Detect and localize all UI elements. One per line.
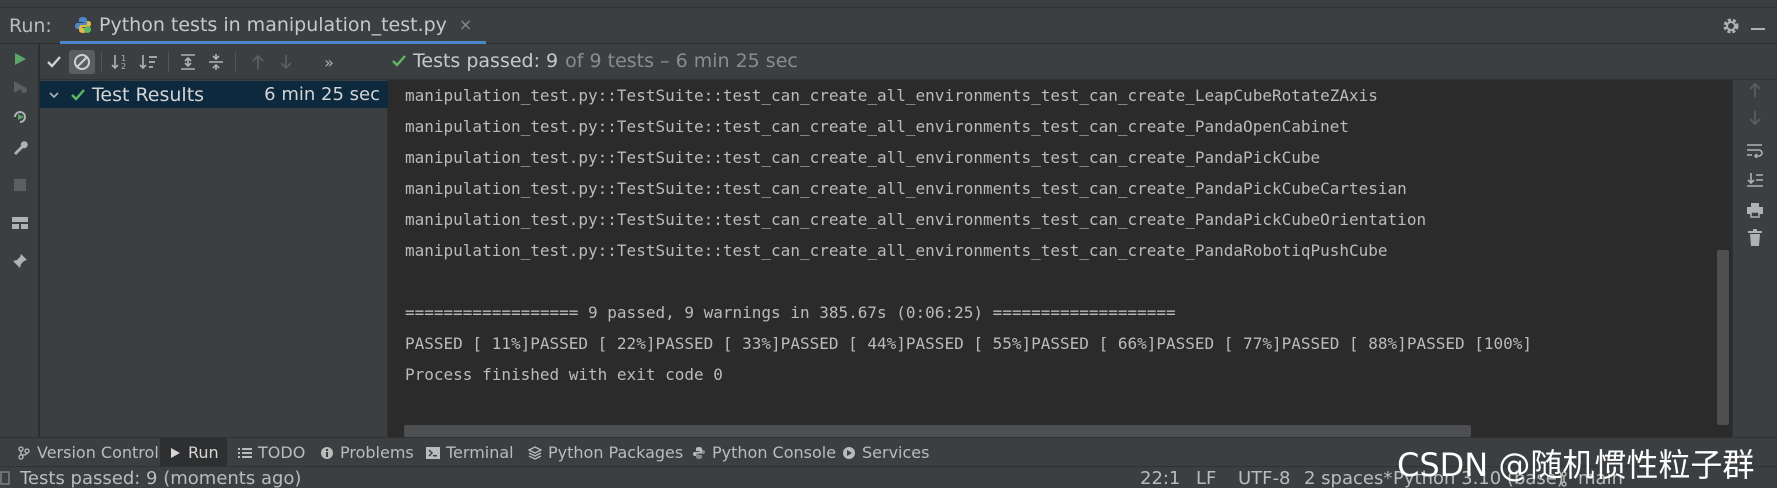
- tool-window-python-console[interactable]: Python Console: [684, 438, 844, 467]
- scroll-down-icon: [1745, 108, 1765, 128]
- console-lines: manipulation_test.py::TestSuite::test_ca…: [405, 80, 1532, 390]
- run-tool-header: Run: Python tests in manipulation_test.p…: [0, 8, 1777, 44]
- gear-icon[interactable]: [1721, 16, 1741, 36]
- console-line: ================== 9 passed, 9 warnings …: [405, 303, 1176, 322]
- console-right-toolbar: [1732, 80, 1777, 437]
- console-line: PASSED [ 11%]PASSED [ 22%]PASSED [ 33%]P…: [405, 334, 1533, 353]
- play-icon: [168, 446, 182, 460]
- layers-icon: [528, 445, 542, 460]
- console-output[interactable]: manipulation_test.py::TestSuite::test_ca…: [389, 80, 1732, 437]
- toolbar-separator: [101, 52, 102, 72]
- tool-window-todo[interactable]: TODO: [230, 438, 313, 467]
- line-separator[interactable]: LF: [1196, 467, 1216, 488]
- sort-by-duration-icon[interactable]: [136, 50, 162, 74]
- python-icon: [692, 446, 706, 460]
- event-log-icon[interactable]: [0, 471, 10, 485]
- tool-window-run[interactable]: Run: [160, 438, 227, 467]
- scroll-up-icon: [1745, 80, 1765, 100]
- console-line: manipulation_test.py::TestSuite::test_ca…: [405, 210, 1427, 229]
- toolbar-separator: [235, 52, 236, 72]
- run-tab[interactable]: Python tests in manipulation_test.py ×: [60, 8, 487, 44]
- tool-window-python-packages[interactable]: Python Packages: [520, 438, 691, 467]
- python-test-icon: [75, 16, 91, 33]
- info-icon: [320, 446, 334, 460]
- tree-root-row[interactable]: Test Results 6 min 25 sec: [40, 81, 388, 108]
- soft-wrap-icon[interactable]: [1745, 140, 1765, 160]
- wrench-icon[interactable]: [9, 136, 31, 158]
- test-toolbar: 12 » Tests passed: 9 of 9 tests – 6 min …: [40, 44, 1777, 80]
- tool-window-terminal[interactable]: Terminal: [418, 438, 522, 467]
- list-icon: [238, 446, 252, 460]
- show-passed-icon[interactable]: [41, 50, 67, 74]
- console-line: manipulation_test.py::TestSuite::test_ca…: [405, 241, 1388, 260]
- tool-window-label: Python Packages: [548, 443, 684, 462]
- rerun-icon[interactable]: [9, 48, 31, 70]
- console-line: manipulation_test.py::TestSuite::test_ca…: [405, 117, 1350, 136]
- tree-root-time: 6 min 25 sec: [264, 84, 380, 105]
- services-icon: [842, 446, 856, 460]
- tool-window-label: Python Console: [712, 443, 837, 462]
- toggle-auto-test-icon[interactable]: [9, 106, 31, 128]
- console-line: manipulation_test.py::TestSuite::test_ca…: [405, 179, 1407, 198]
- rerun-failed-icon: [9, 76, 31, 98]
- previous-failed-icon: [245, 50, 271, 74]
- print-icon[interactable]: [1745, 200, 1765, 220]
- watermark: CSDN @随机惯性粒子群: [1397, 446, 1755, 484]
- tree-root-label: Test Results: [92, 83, 205, 106]
- indent-setting[interactable]: 2 spaces*: [1304, 467, 1392, 488]
- trash-icon[interactable]: [1745, 228, 1765, 248]
- file-encoding[interactable]: UTF-8: [1238, 467, 1290, 488]
- status-passed: Tests passed: 9: [413, 50, 559, 72]
- minimize-icon[interactable]: [1751, 28, 1765, 30]
- check-icon: [71, 88, 85, 101]
- pin-icon[interactable]: [9, 250, 31, 272]
- status-summary: of 9 tests – 6 min 25 sec: [565, 50, 798, 72]
- close-tab-icon[interactable]: ×: [459, 15, 472, 34]
- expand-all-icon[interactable]: [175, 50, 201, 74]
- tool-window-label: Services: [862, 443, 930, 462]
- svg-text:2: 2: [121, 62, 126, 71]
- caret-position[interactable]: 22:1: [1140, 467, 1180, 488]
- stop-icon: [9, 174, 31, 196]
- more-actions-icon[interactable]: »: [316, 50, 342, 74]
- console-line: manipulation_test.py::TestSuite::test_ca…: [405, 148, 1321, 167]
- branch-icon: [17, 445, 31, 460]
- tool-window-label: Run: [188, 443, 219, 462]
- terminal-icon: [426, 446, 440, 460]
- horizontal-scrollbar[interactable]: [404, 425, 1471, 437]
- show-ignored-icon[interactable]: [69, 50, 95, 74]
- tool-window-label: TODO: [258, 443, 306, 462]
- check-icon: [392, 55, 406, 67]
- editor-edge: [0, 0, 1777, 8]
- tool-window-label: Problems: [340, 443, 414, 462]
- tool-window-services[interactable]: Services: [834, 438, 937, 467]
- test-tree: Test Results 6 min 25 sec: [40, 80, 388, 437]
- console-line: Process finished with exit code 0: [405, 365, 723, 384]
- vertical-scrollbar[interactable]: [1717, 250, 1729, 425]
- scroll-to-end-icon[interactable]: [1745, 170, 1765, 190]
- test-status: Tests passed: 9 of 9 tests – 6 min 25 se…: [391, 50, 798, 72]
- tool-window-version-control[interactable]: Version Control: [9, 438, 167, 467]
- tool-window-label: Version Control: [37, 443, 159, 462]
- chevron-down-icon[interactable]: [48, 89, 60, 101]
- layout-icon[interactable]: [9, 212, 31, 234]
- status-message[interactable]: Tests passed: 9 (moments ago): [20, 467, 301, 488]
- tool-window-problems[interactable]: Problems: [312, 438, 422, 467]
- run-label: Run:: [9, 15, 52, 37]
- toolbar-separator: [168, 52, 169, 72]
- run-left-toolbar: [0, 44, 39, 437]
- console-line: manipulation_test.py::TestSuite::test_ca…: [405, 86, 1378, 105]
- next-failed-icon: [273, 50, 299, 74]
- sort-alphabetically-icon[interactable]: 12: [108, 50, 134, 74]
- tool-window-label: Terminal: [446, 443, 514, 462]
- collapse-all-icon[interactable]: [203, 50, 229, 74]
- run-tab-title: Python tests in manipulation_test.py: [99, 13, 447, 36]
